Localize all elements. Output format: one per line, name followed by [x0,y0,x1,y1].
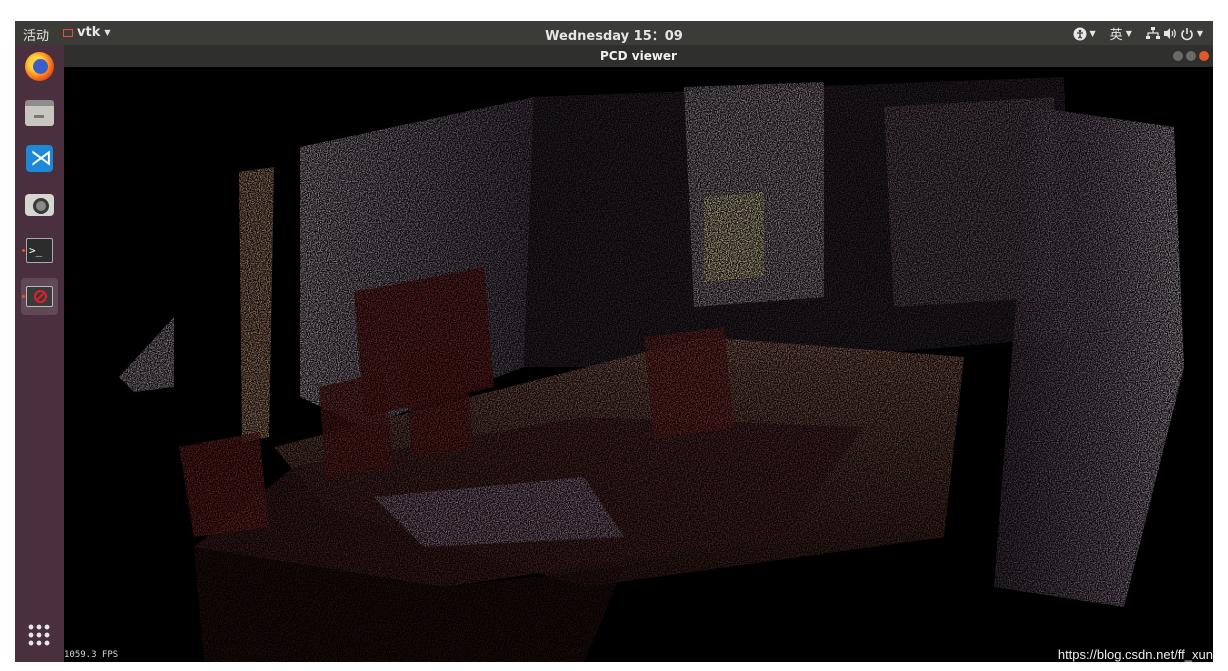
input-method-menu[interactable]: 英 ▼ [1110,24,1132,43]
window-controls [1173,51,1209,61]
network-icon [1145,27,1160,39]
activities-button[interactable]: 活动 [23,25,49,44]
chevron-down-icon: ▼ [1125,29,1132,38]
chevron-down-icon: ▼ [1196,29,1203,38]
fps-counter: 1059.3 FPS [64,650,119,660]
top-panel: 活动 vtk ▼ Wednesday 15：09 ▼ 英 ▼ ▼ [15,21,1213,45]
maximize-button[interactable] [1186,51,1196,61]
app-menu-label: vtk [77,25,101,40]
accessibility-menu[interactable]: ▼ [1073,27,1096,41]
volume-icon [1163,28,1176,39]
chevron-down-icon: ▼ [1089,29,1096,38]
app-grid-icon[interactable] [27,623,51,647]
accessibility-icon [1073,27,1087,40]
power-icon [1181,27,1193,40]
system-tray: ▼ 英 ▼ ▼ [1073,24,1203,43]
dock-item-camera[interactable] [21,186,58,223]
dock-item-files[interactable] [21,94,58,131]
chevron-down-icon: ▼ [104,28,111,37]
system-status-menu[interactable]: ▼ [1145,27,1203,41]
app-window-icon [63,28,73,37]
firefox-icon [25,52,54,81]
point-cloud-viewport[interactable]: 1059.3 FPS https://blog.csdn.net/ff_xun [64,67,1213,662]
point-cloud-render [119,77,1184,662]
input-method-label: 英 [1109,28,1123,43]
terminal-icon: >_ [26,238,53,263]
pcd-viewer-icon [26,286,53,307]
close-button[interactable] [1199,51,1209,61]
dock-item-pcd-viewer[interactable] [21,278,58,315]
window-title: PCD viewer [600,49,677,63]
camera-icon [25,194,54,216]
dock-item-firefox[interactable] [21,48,58,85]
app-menu[interactable]: vtk ▼ [63,25,111,40]
minimize-button[interactable] [1173,51,1183,61]
running-indicator [22,249,25,252]
vscode-icon [26,145,53,172]
dock: >_ [15,45,64,662]
dock-item-vscode[interactable] [21,140,58,177]
watermark: https://blog.csdn.net/ff_xun [1057,647,1213,662]
clock[interactable]: Wednesday 15：09 [545,29,683,44]
dock-item-terminal[interactable]: >_ [21,232,58,269]
window-titlebar[interactable]: PCD viewer [64,45,1213,67]
files-icon [25,100,54,126]
running-indicator [22,295,25,298]
